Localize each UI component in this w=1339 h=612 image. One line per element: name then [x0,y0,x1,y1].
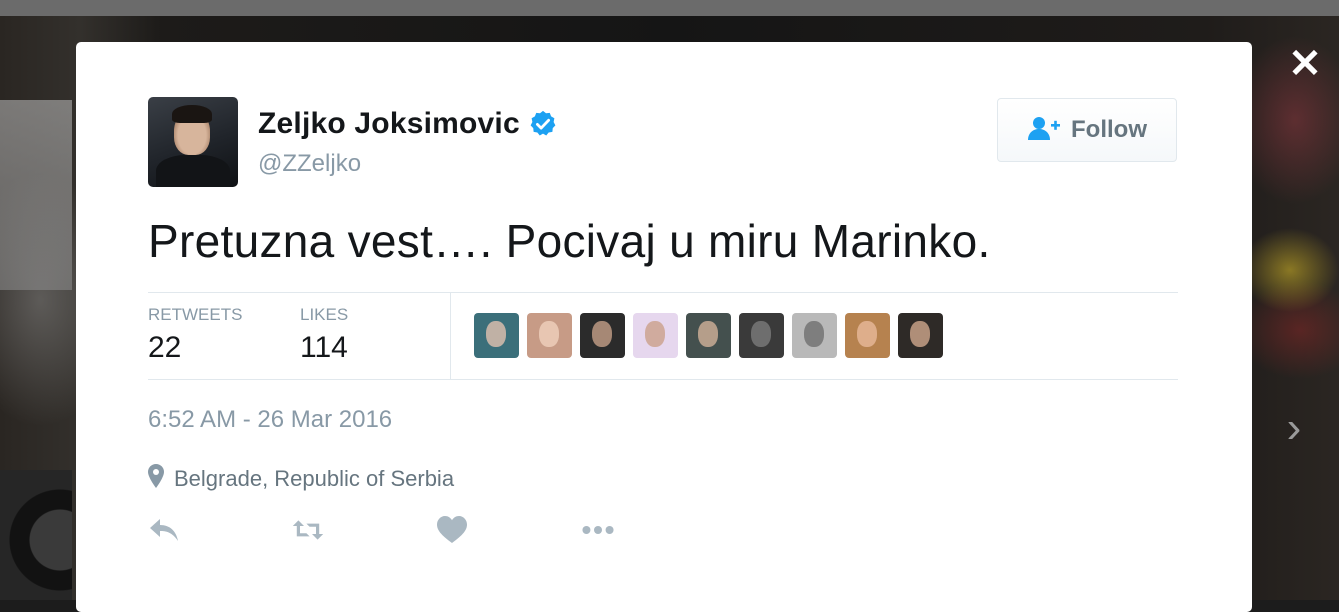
liker-avatar[interactable] [845,313,890,358]
liker-avatar[interactable] [686,313,731,358]
likers-avatars [474,313,943,358]
follow-button[interactable]: Follow [997,98,1177,162]
retweets-count: 22 [148,331,182,364]
background-speaker [0,470,72,600]
liker-avatar[interactable] [792,313,837,358]
tweet-actions [148,514,614,546]
tweet-card: Zeljko Joksimovic @ZZeljko Follow Pretuz… [76,42,1252,612]
likes-stat[interactable]: LIKES 114 [300,305,348,365]
stats-divider [450,293,451,379]
author-handle[interactable]: @ZZeljko [258,150,361,178]
tweet-stats: RETWEETS 22 LIKES 114 [148,292,1178,380]
follow-person-icon [1027,115,1061,146]
more-icon[interactable] [582,514,614,546]
retweets-label: RETWEETS [148,305,243,324]
location-text: Belgrade, Republic of Serbia [174,465,455,491]
liker-avatar[interactable] [633,313,678,358]
tweet-text: Pretuzna vest…. Pocivaj u miru Marinko. [148,215,991,267]
author-name[interactable]: Zeljko Joksimovic [258,107,520,141]
close-icon[interactable]: ✕ [1283,42,1327,86]
tweet-timestamp[interactable]: 6:52 AM - 26 Mar 2016 [148,406,392,434]
liker-avatar[interactable] [527,313,572,358]
liker-avatar[interactable] [898,313,943,358]
follow-button-label: Follow [1071,116,1147,143]
location-pin-icon [148,464,164,493]
verified-badge-icon [528,109,558,139]
avatar[interactable] [148,97,238,187]
chevron-right-icon[interactable]: › [1276,404,1312,452]
liker-avatar[interactable] [580,313,625,358]
author-name-row: Zeljko Joksimovic [258,107,558,141]
retweet-icon[interactable] [292,514,324,546]
like-icon[interactable] [436,514,468,546]
likes-count: 114 [300,331,348,364]
background-music-sheet [0,100,72,290]
top-bar [0,0,1339,16]
likes-label: LIKES [300,305,349,324]
retweets-stat[interactable]: RETWEETS 22 [148,305,242,365]
liker-avatar[interactable] [474,313,519,358]
tweet-location[interactable]: Belgrade, Republic of Serbia [148,464,454,493]
liker-avatar[interactable] [739,313,784,358]
reply-icon[interactable] [148,514,180,546]
